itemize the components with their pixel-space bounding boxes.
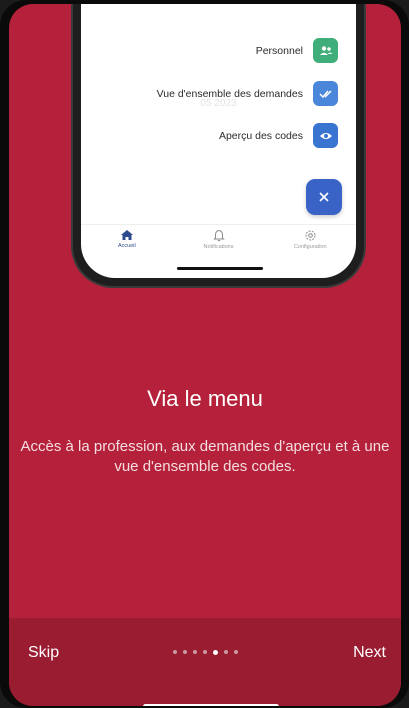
eye-icon (313, 123, 338, 148)
phone-mockup-screen: 05 2023 Personnel Vue d'ensemble des dem… (81, 4, 356, 278)
menu-item-personnel: Personnel (256, 38, 338, 63)
tab-label: Notifications (203, 244, 234, 250)
gear-icon (305, 230, 316, 241)
device-frame: 05 2023 Personnel Vue d'ensemble des dem… (0, 0, 409, 708)
page-dot (173, 650, 177, 654)
page-dot-active (213, 649, 218, 655)
onboarding-footer: Skip Next (9, 618, 401, 706)
close-menu-fab (306, 179, 342, 215)
tab-label: Configuration (293, 244, 327, 250)
menu-item-label: Personnel (255, 44, 303, 57)
onboarding-screen: 05 2023 Personnel Vue d'ensemble des dem… (9, 4, 401, 706)
page-dot (183, 650, 187, 654)
phone-mockup: 05 2023 Personnel Vue d'ensemble des dem… (73, 4, 364, 286)
page-dot (193, 650, 197, 654)
page-dot (224, 650, 228, 654)
double-check-icon (313, 81, 338, 106)
slide-title: Via le menu (147, 386, 263, 411)
home-indicator[interactable] (143, 704, 279, 706)
page-dot (234, 650, 238, 654)
mockup-tab-bar: Accueil Notifications Configuration (81, 224, 356, 265)
tab-accueil: Accueil (81, 225, 173, 265)
tab-notifications: Notifications (173, 225, 265, 265)
bell-icon (212, 229, 225, 242)
mockup-home-indicator (177, 267, 263, 270)
slide-description: Accès à la profession, aux demandes d'ap… (20, 438, 390, 475)
menu-item-label: Vue d'ensemble des demandes (156, 87, 303, 100)
home-icon (120, 230, 133, 240)
page-dot (203, 650, 207, 654)
menu-item-overview-requests: Vue d'ensemble des demandes (157, 81, 338, 106)
menu-item-code-preview: Aperçu des codes (219, 123, 338, 148)
people-icon (313, 38, 338, 63)
close-icon (319, 192, 329, 202)
skip-button[interactable]: Skip (28, 644, 59, 662)
page-indicator (173, 649, 238, 655)
tab-label: Accueil (117, 243, 136, 249)
menu-item-label: Aperçu des codes (218, 129, 303, 142)
next-button[interactable]: Next (353, 644, 386, 662)
tab-configuration: Configuration (264, 225, 356, 265)
